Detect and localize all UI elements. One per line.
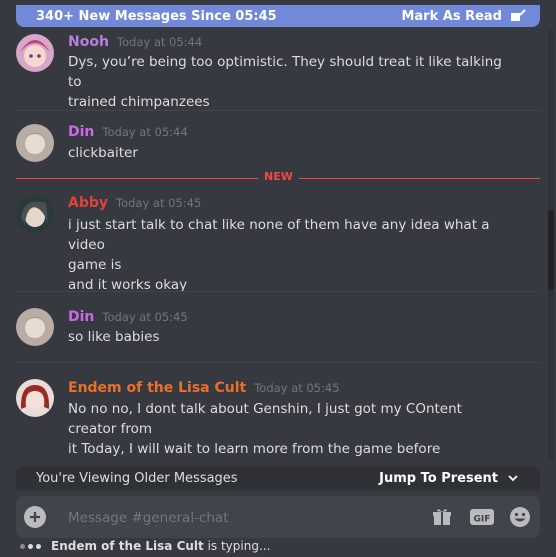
message-separator — [16, 362, 540, 363]
message-line: Dys, you’re being too optimistic. They s… — [68, 54, 502, 90]
message-item: Endem of the Lisa Cult Today at 05:45 No… — [0, 377, 540, 457]
message-content: so like babies — [68, 327, 508, 347]
svg-text:GIF: GIF — [474, 515, 491, 525]
jump-to-present-label: Jump To Present — [379, 470, 498, 486]
typing-text: Endem of the Lisa Cult is typing... — [51, 539, 270, 553]
message-item: Din Today at 05:44 clickbaiter — [0, 122, 540, 168]
message-timestamp: Today at 05:44 — [116, 35, 203, 49]
message-line: i just start talk to chat like none of t… — [68, 217, 490, 253]
typing-indicator: Endem of the Lisa Cult is typing... — [20, 538, 270, 554]
message-timestamp: Today at 05:45 — [254, 381, 340, 395]
older-messages-bar: You're Viewing Older Messages Jump To Pr… — [16, 466, 540, 490]
message-separator — [16, 110, 540, 111]
avatar[interactable] — [16, 124, 54, 162]
message-input[interactable] — [66, 506, 400, 530]
message-line: so like babies — [68, 329, 160, 345]
message-line: trained chimpanzees — [68, 94, 210, 110]
message-composer: GIF — [16, 496, 540, 538]
new-messages-banner[interactable]: 340+ New Messages Since 05:45 Mark As Re… — [16, 5, 540, 27]
message-line: game is — [68, 257, 122, 273]
mark-as-read-button[interactable]: Mark As Read — [401, 9, 526, 24]
message-timestamp: Today at 05:45 — [102, 310, 188, 324]
gift-icon[interactable] — [430, 506, 454, 528]
typing-dots-icon — [20, 543, 41, 549]
message-item: Din Today at 05:45 so like babies — [0, 306, 540, 352]
avatar[interactable] — [16, 379, 54, 417]
message-author[interactable]: Din — [68, 309, 94, 325]
message-line: clickbaiter — [68, 145, 138, 161]
message-timestamp: Today at 05:45 — [116, 196, 202, 210]
message-line: it Today, I will wait to learn more from… — [68, 441, 441, 457]
older-messages-text: You're Viewing Older Messages — [36, 470, 238, 486]
scrollbar-thumb[interactable] — [548, 210, 554, 290]
jump-to-present-button[interactable]: Jump To Present — [379, 471, 518, 486]
message-timestamp: Today at 05:44 — [102, 125, 188, 139]
message-item: Nooh Today at 05:44 Dys, you’re being to… — [0, 30, 540, 110]
typing-user: Endem of the Lisa Cult — [51, 539, 204, 553]
message-line: and it works okay — [68, 277, 188, 293]
message-author[interactable]: Nooh — [68, 34, 109, 50]
message-content: Dys, you’re being too optimistic. They s… — [68, 52, 508, 112]
upload-plus-icon[interactable] — [24, 506, 46, 528]
avatar[interactable] — [16, 308, 54, 346]
avatar[interactable] — [16, 34, 54, 72]
message-separator — [16, 291, 540, 292]
message-item: Abby Today at 05:45 i just start talk to… — [0, 193, 540, 293]
message-author[interactable]: Din — [68, 124, 94, 140]
message-author[interactable]: Endem of the Lisa Cult — [68, 380, 246, 396]
new-messages-text: 340+ New Messages Since 05:45 — [36, 8, 277, 24]
mark-read-icon — [510, 9, 526, 23]
emoji-icon[interactable] — [508, 506, 532, 528]
gif-icon[interactable]: GIF — [470, 506, 494, 528]
message-content: No no no, I dont talk about Genshin, I j… — [68, 399, 508, 459]
typing-suffix: is typing... — [203, 539, 271, 553]
chevron-down-icon — [508, 471, 518, 486]
new-divider-label: NEW — [258, 170, 299, 183]
message-line: No no no, I dont talk about Genshin, I j… — [68, 401, 462, 437]
message-content: clickbaiter — [68, 143, 508, 163]
message-author[interactable]: Abby — [68, 195, 108, 211]
message-content: i just start talk to chat like none of t… — [68, 215, 508, 295]
avatar[interactable] — [16, 195, 54, 233]
mark-as-read-label: Mark As Read — [401, 8, 502, 24]
